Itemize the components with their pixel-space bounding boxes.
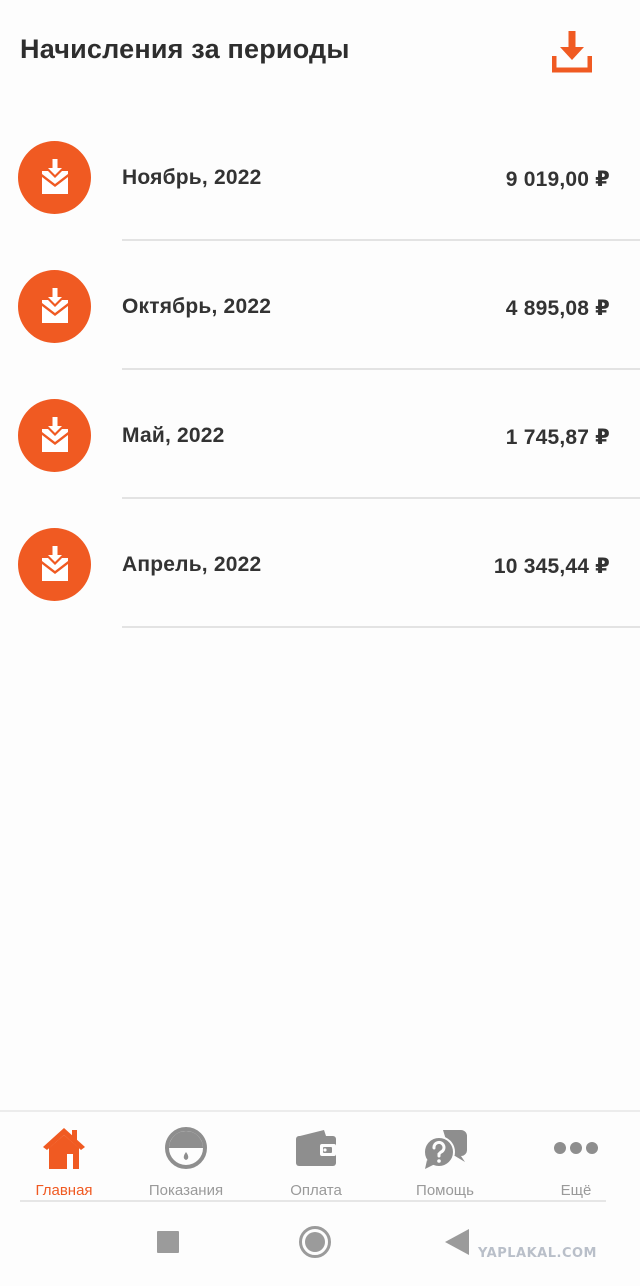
home-icon — [40, 1124, 88, 1172]
nav-label: Главная — [35, 1182, 93, 1199]
nav-label: Оплата — [290, 1182, 342, 1199]
period-amount: 4 895,08 ₽ — [505, 297, 610, 320]
nav-item-more[interactable]: Ещё — [512, 1112, 640, 1202]
nav-item-home[interactable]: Главная — [0, 1112, 128, 1202]
period-label: Май, 2022 — [122, 424, 225, 447]
circle-icon — [299, 1226, 331, 1258]
download-icon — [552, 31, 592, 73]
system-navigation-bar: YAPLAKAL.COM — [0, 1202, 640, 1286]
divider — [122, 626, 640, 628]
watermark: YAPLAKAL.COM — [478, 1246, 597, 1261]
header: Начисления за периоды — [0, 0, 640, 110]
list-item[interactable]: Октябрь, 2022 4 895,08 ₽ — [0, 241, 640, 370]
periods-list: Ноябрь, 2022 9 019,00 ₽ Октябрь, 2022 4 … — [0, 112, 640, 628]
square-icon — [157, 1231, 179, 1253]
meter-icon — [162, 1124, 210, 1172]
list-item[interactable]: Ноябрь, 2022 9 019,00 ₽ — [0, 112, 640, 241]
download-all-button[interactable] — [548, 26, 596, 76]
envelope-download-icon[interactable] — [18, 528, 91, 601]
nav-item-payment[interactable]: Оплата — [252, 1112, 380, 1202]
nav-item-help[interactable]: Помощь — [381, 1112, 509, 1202]
envelope-download-icon[interactable] — [18, 141, 91, 214]
envelope-download-icon[interactable] — [18, 270, 91, 343]
period-amount: 9 019,00 ₽ — [505, 168, 610, 191]
period-amount: 1 745,87 ₽ — [505, 426, 610, 449]
nav-item-readings[interactable]: Показания — [122, 1112, 250, 1202]
period-label: Апрель, 2022 — [122, 553, 262, 576]
nav-label: Показания — [148, 1182, 224, 1199]
back-button[interactable] — [444, 1229, 470, 1255]
page-title: Начисления за периоды — [20, 34, 350, 64]
bottom-nav: Главная Показания Оплата Помощь Ещё — [0, 1110, 640, 1202]
list-item[interactable]: Апрель, 2022 10 345,44 ₽ — [0, 499, 640, 628]
period-label: Ноябрь, 2022 — [122, 166, 262, 189]
period-label: Октябрь, 2022 — [122, 295, 272, 318]
help-chat-icon — [421, 1124, 469, 1172]
home-system-button[interactable] — [297, 1224, 333, 1260]
recents-button[interactable] — [156, 1230, 180, 1254]
list-item[interactable]: Май, 2022 1 745,87 ₽ — [0, 370, 640, 499]
back-triangle-icon — [445, 1229, 469, 1255]
nav-label: Помощь — [416, 1182, 474, 1199]
nav-label: Ещё — [560, 1182, 592, 1199]
wallet-icon — [292, 1124, 340, 1172]
more-dots-icon — [552, 1124, 600, 1172]
period-amount: 10 345,44 ₽ — [493, 555, 610, 578]
envelope-download-icon[interactable] — [18, 399, 91, 472]
screen: Начисления за периоды Ноябрь, 2022 9 019… — [0, 0, 640, 1286]
